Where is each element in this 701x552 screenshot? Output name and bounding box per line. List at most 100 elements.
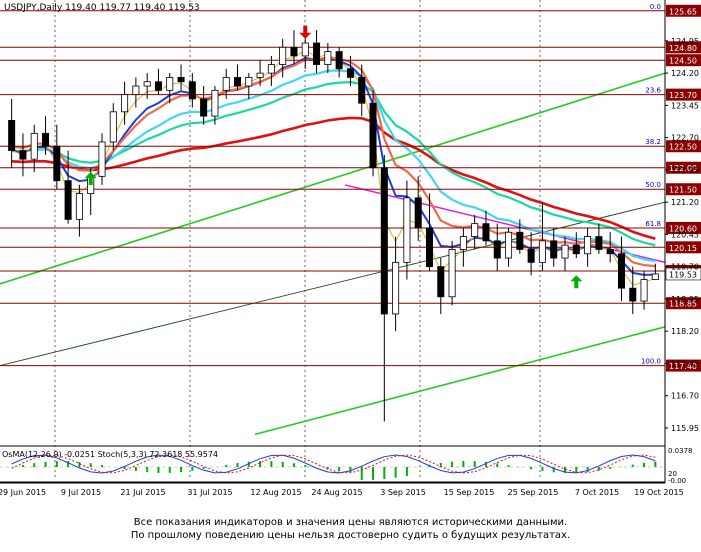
x-tick-label: 21 Jul 2015 <box>120 488 165 497</box>
fib-level-label: 38.2 <box>645 138 661 146</box>
candle-bearish <box>53 145 61 182</box>
candle-bullish <box>471 223 479 237</box>
disclaimer-line-1: Все показания индикаторов и значения цен… <box>133 517 568 528</box>
candle-bullish <box>245 77 253 87</box>
candle-bearish <box>572 244 580 255</box>
candle-bullish <box>561 244 569 259</box>
candle-bullish <box>256 72 264 78</box>
candle-bearish <box>200 98 208 117</box>
level-label: 120.15 <box>669 244 697 253</box>
x-tick-label: 25 Sep 2015 <box>508 488 559 497</box>
candle-bullish <box>640 279 648 302</box>
candle-bearish <box>154 81 162 91</box>
x-tick-label: 24 Aug 2015 <box>311 488 362 497</box>
y-tick-label: 124.20 <box>671 69 699 78</box>
candle-bearish <box>482 223 490 242</box>
candle-bullish <box>143 81 151 87</box>
candle-bearish <box>369 102 377 169</box>
x-tick-label: 9 Jul 2015 <box>61 488 101 497</box>
x-tick-label: 19 Oct 2015 <box>634 488 683 497</box>
candle-bearish <box>516 231 524 250</box>
x-tick-label: 7 Oct 2015 <box>575 488 619 497</box>
candle-bearish <box>346 68 354 78</box>
level-label: 123.70 <box>669 91 697 100</box>
candle-bearish <box>550 240 558 259</box>
candle-bullish <box>98 141 106 177</box>
candle-bearish <box>358 77 366 104</box>
candle-bearish <box>42 132 50 147</box>
candle-bullish <box>132 85 140 96</box>
y-tick-label: 121.95 <box>671 166 699 175</box>
y-tick-label: 123.45 <box>671 101 699 110</box>
candle-bullish <box>30 132 38 160</box>
candle-bearish <box>425 227 433 268</box>
candle-bullish <box>651 273 659 280</box>
candle-bearish <box>19 150 27 160</box>
candle-bearish <box>437 266 445 298</box>
y-tick-label: 124.95 <box>671 37 699 46</box>
disclaimer-line-2: По прошлому поведению цены нельзя достов… <box>130 530 571 541</box>
fib-level-label: 0.0 <box>650 3 661 11</box>
y-tick-label: 120.45 <box>671 230 699 239</box>
candle-bullish <box>538 240 546 263</box>
candle-bearish <box>313 42 321 65</box>
y-tick-label: 122.70 <box>671 134 699 143</box>
candle-bullish <box>324 51 332 65</box>
candle-bearish <box>617 253 625 289</box>
x-tick-label: 31 Jul 2015 <box>187 488 232 497</box>
candle-bearish <box>188 81 196 100</box>
candle-bullish <box>166 77 174 91</box>
x-tick-label: 29 Jun 2015 <box>0 488 46 497</box>
chart-title: USDJPY,Daily 119.40 119.77 119.40 119.53 <box>4 3 200 13</box>
candle-bearish <box>595 236 603 250</box>
candle-bullish <box>301 42 309 57</box>
candle-bullish <box>459 236 467 250</box>
y-tick-label: 118.95 <box>671 295 699 304</box>
y-tick-label: 116.70 <box>671 392 699 401</box>
candle-bullish <box>392 261 400 315</box>
candle-bullish <box>403 197 411 263</box>
x-tick-label: 15 Sep 2015 <box>444 488 495 497</box>
candle-bearish <box>177 77 185 83</box>
chart-window: 125.65 0.0 124.80 124.50 123.70 23.6 122.50 38.… <box>0 0 701 552</box>
level-label: 122.50 <box>669 143 697 152</box>
candle-bullish <box>448 249 456 298</box>
y-tick-label: 118.20 <box>671 327 699 336</box>
level-label: 124.50 <box>669 57 697 66</box>
candle-bullish <box>505 231 513 259</box>
fib-level-label: 50.0 <box>645 181 661 189</box>
y-tick-label: 115.95 <box>671 424 699 433</box>
fib-level-label: 23.6 <box>645 87 661 95</box>
candle-bullish <box>279 46 287 65</box>
candle-bearish <box>527 249 535 263</box>
candle-bullish <box>211 89 219 117</box>
fib-level-label: 100.0 <box>641 358 661 366</box>
candle-bearish <box>493 240 501 259</box>
candle-bearish <box>606 249 614 255</box>
price-chart[interactable]: 125.650.0124.80124.50123.7023.6122.5038.… <box>0 0 701 510</box>
candle-bearish <box>414 197 422 229</box>
candle-bullish <box>121 94 129 113</box>
osc-scale-label: 0.0378 <box>668 447 693 455</box>
candle-bullish <box>584 236 592 255</box>
candle-bearish <box>64 180 72 220</box>
oscillator-label: OsMA(12,26,9) -0.0251 Stoch(5,3,3) 72.36… <box>2 450 218 459</box>
x-tick-label: 12 Aug 2015 <box>250 488 301 497</box>
y-tick-label: 119.70 <box>671 263 699 272</box>
level-label: 125.65 <box>669 7 697 16</box>
y-tick-label: 117.45 <box>671 359 699 368</box>
candle-bearish <box>290 46 298 57</box>
candle-bearish <box>234 77 242 87</box>
x-tick-label: 3 Sep 2015 <box>380 488 426 497</box>
candle-bearish <box>8 120 16 151</box>
candle-bullish <box>222 77 230 91</box>
candle-bearish <box>335 51 343 70</box>
y-tick-label: 121.20 <box>671 198 699 207</box>
candle-bearish <box>380 167 388 315</box>
fib-level-label: 61.8 <box>645 220 661 228</box>
candle-bullish <box>109 111 117 143</box>
level-label: 121.50 <box>669 186 697 195</box>
candle-bullish <box>75 193 83 220</box>
candle-bearish <box>629 287 637 302</box>
candle-bullish <box>267 64 275 74</box>
